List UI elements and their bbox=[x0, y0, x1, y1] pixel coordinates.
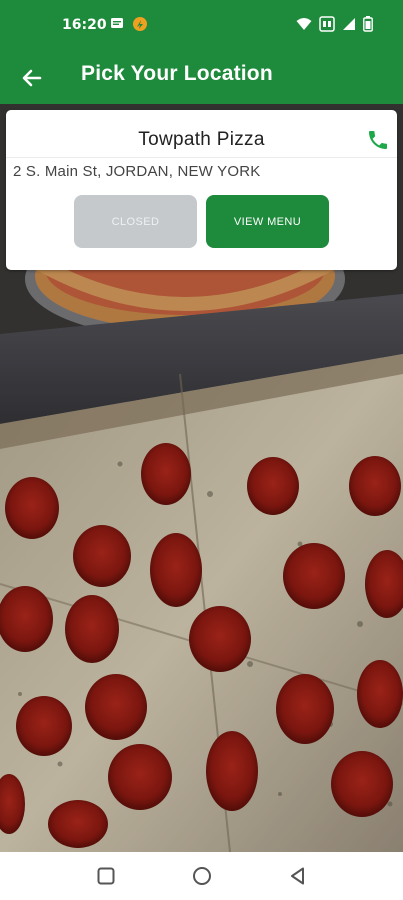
page-title: Pick Your Location bbox=[81, 62, 273, 85]
closed-label: CLOSED bbox=[111, 215, 160, 228]
battery-icon bbox=[363, 16, 373, 32]
arrow-left-icon[interactable] bbox=[18, 64, 46, 92]
home-circle-icon[interactable] bbox=[192, 866, 212, 886]
card-divider bbox=[6, 157, 397, 158]
back-triangle-icon[interactable] bbox=[288, 866, 308, 886]
closed-button[interactable]: CLOSED bbox=[74, 195, 197, 248]
message-icon bbox=[111, 18, 123, 28]
phone-icon[interactable] bbox=[366, 128, 390, 152]
location-card: Towpath Pizza 2 S. Main St, JORDAN, NEW … bbox=[6, 110, 397, 270]
store-address: 2 S. Main St, JORDAN, NEW YORK bbox=[13, 163, 261, 180]
status-time: 16:20 bbox=[62, 17, 107, 33]
recents-square-icon[interactable] bbox=[96, 866, 116, 886]
system-nav-bar bbox=[0, 852, 403, 900]
store-name: Towpath Pizza bbox=[138, 129, 265, 150]
app-notification-icon bbox=[133, 17, 147, 31]
wifi-icon bbox=[296, 18, 312, 30]
status-bar: 16:20 bbox=[0, 0, 403, 52]
signal-icon bbox=[343, 18, 355, 30]
app-bar: Pick Your Location bbox=[0, 52, 403, 104]
data-icon bbox=[319, 16, 335, 32]
view-menu-label: VIEW MENU bbox=[233, 215, 302, 228]
view-menu-button[interactable]: VIEW MENU bbox=[206, 195, 329, 248]
